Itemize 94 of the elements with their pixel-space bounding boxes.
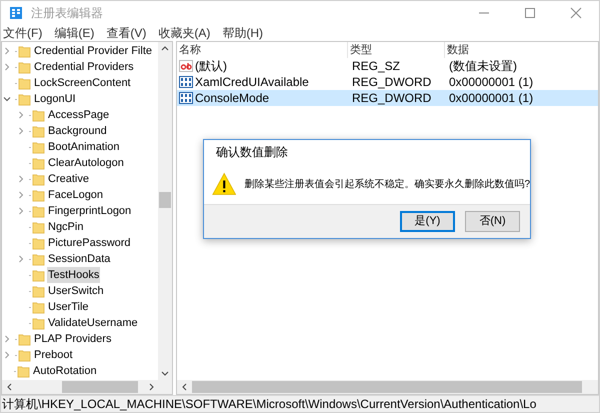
folder-icon: [32, 300, 45, 314]
tree-item[interactable]: Preboot: [33, 347, 74, 363]
folder-icon: [17, 364, 30, 378]
value-name: ConsoleMode: [195, 90, 270, 107]
folder-icon: [18, 60, 31, 74]
dialog-button[interactable]: 否(N): [465, 211, 520, 232]
folder-icon: [32, 220, 45, 234]
value-data: (数值未设置): [448, 58, 518, 75]
chevron-right-icon[interactable]: [3, 335, 11, 343]
tree-item[interactable]: Creative: [47, 171, 90, 187]
dialog-button[interactable]: 是(Y): [400, 211, 455, 232]
tree-item[interactable]: PicturePassword: [47, 235, 132, 251]
horizontal-scrollbar[interactable]: [2, 380, 172, 394]
registry-value-row[interactable]: XamlCredUIAvailable REG_DWORD 0x00000001 (1): [177, 74, 598, 90]
value-name: XamlCredUIAvailable: [195, 74, 309, 91]
column-header[interactable]: 类型: [348, 42, 445, 58]
value-type: REG_DWORD: [351, 90, 432, 107]
value-data: 0x00000001 (1): [448, 90, 534, 107]
folder-icon: [32, 124, 45, 138]
registry-app-icon: [9, 6, 23, 20]
tree-item[interactable]: PLAP Providers: [33, 331, 112, 347]
tree-item[interactable]: Credential Provider Filte: [33, 43, 153, 59]
binary-value-icon: [179, 92, 193, 104]
scroll-thumb[interactable]: [159, 192, 171, 208]
registry-value-row[interactable]: ConsoleMode REG_DWORD 0x00000001 (1): [177, 90, 598, 106]
registry-value-row[interactable]: (默认) REG_SZ (数值未设置): [177, 58, 598, 74]
menu-item[interactable]: 查看(V): [106, 24, 146, 42]
tree-item[interactable]: UserTile: [47, 299, 90, 315]
folder-icon: [32, 268, 45, 282]
binary-value-icon: [179, 76, 193, 88]
folder-icon: [32, 156, 45, 170]
warning-icon: [212, 171, 236, 197]
tree-item[interactable]: ValidateUsername: [47, 315, 139, 331]
chevron-right-icon[interactable]: [3, 351, 11, 359]
value-name: (默认): [195, 58, 227, 75]
chevron-right-icon[interactable]: [17, 111, 25, 119]
tree-item[interactable]: SessionData: [47, 251, 112, 267]
tree-item[interactable]: AccessPage: [47, 107, 110, 123]
tree-item[interactable]: NgcPin: [47, 219, 84, 235]
scroll-left-icon[interactable]: [181, 383, 187, 391]
scroll-thumb[interactable]: [62, 381, 138, 393]
folder-icon: [32, 316, 45, 330]
tree-item[interactable]: UserSwitch: [47, 283, 105, 299]
chevron-right-icon[interactable]: [17, 175, 25, 183]
chevron-down-icon[interactable]: [3, 95, 11, 103]
tree-item[interactable]: Credential Providers: [33, 59, 135, 75]
folder-icon: [32, 236, 45, 250]
chevron-right-icon[interactable]: [17, 127, 25, 135]
folder-icon: [18, 348, 31, 362]
tree-item[interactable]: FingerprintLogon: [47, 203, 132, 219]
horizontal-scrollbar[interactable]: [177, 380, 598, 394]
folder-icon: [18, 332, 31, 346]
tree-item[interactable]: ClearAutologon: [47, 155, 125, 171]
tree-item[interactable]: BootAnimation: [47, 139, 121, 155]
dialog-message: 删除某些注册表值会引起系统不稳定。确实要永久删除此数值吗?: [244, 178, 530, 192]
tree-item[interactable]: Background: [47, 123, 108, 139]
menu-item[interactable]: 编辑(E): [54, 24, 94, 42]
window-title: 注册表编辑器: [31, 5, 103, 22]
scroll-right-icon[interactable]: [149, 383, 155, 391]
scroll-down-icon[interactable]: [161, 371, 169, 377]
chevron-right-icon[interactable]: [3, 47, 11, 55]
tree-item[interactable]: TestHooks: [47, 267, 100, 283]
folder-icon: [18, 76, 31, 90]
folder-icon: [32, 140, 45, 154]
tree-item[interactable]: LockScreenContent: [33, 75, 132, 91]
folder-icon: [32, 108, 45, 122]
tree-item[interactable]: FaceLogon: [47, 187, 104, 203]
chevron-right-icon[interactable]: [17, 207, 25, 215]
scroll-left-icon[interactable]: [6, 383, 12, 391]
folder-icon: [18, 44, 31, 58]
folder-icon: [32, 172, 45, 186]
folder-icon: [32, 284, 45, 298]
tree-item[interactable]: AutoRotation: [32, 363, 98, 379]
menu-item[interactable]: 文件(F): [3, 24, 42, 42]
folder-icon: [18, 92, 31, 106]
value-type: REG_SZ: [351, 58, 402, 75]
menu-item[interactable]: 帮助(H): [222, 24, 263, 42]
folder-icon: [32, 188, 45, 202]
folder-icon: [32, 204, 45, 218]
value-data: 0x00000001 (1): [448, 74, 534, 91]
dialog-title: 确认数值删除: [216, 144, 288, 161]
status-bar-path: 计算机\HKEY_LOCAL_MACHINE\SOFTWARE\Microsoft\Windows\CurrentVersion\Authentication\Lo: [1, 396, 536, 413]
value-type: REG_DWORD: [351, 74, 432, 91]
chevron-right-icon[interactable]: [17, 191, 25, 199]
menu-item[interactable]: 收藏夹(A): [158, 24, 210, 42]
vertical-scrollbar[interactable]: [158, 42, 172, 380]
column-header[interactable]: 名称: [177, 42, 348, 58]
column-header[interactable]: 数据: [445, 42, 598, 58]
chevron-right-icon[interactable]: [17, 255, 25, 263]
scroll-up-icon[interactable]: [161, 45, 169, 51]
tree-item[interactable]: LogonUI: [33, 91, 77, 107]
chevron-right-icon[interactable]: [3, 63, 11, 71]
scroll-thumb[interactable]: [192, 381, 582, 393]
folder-icon: [32, 252, 45, 266]
